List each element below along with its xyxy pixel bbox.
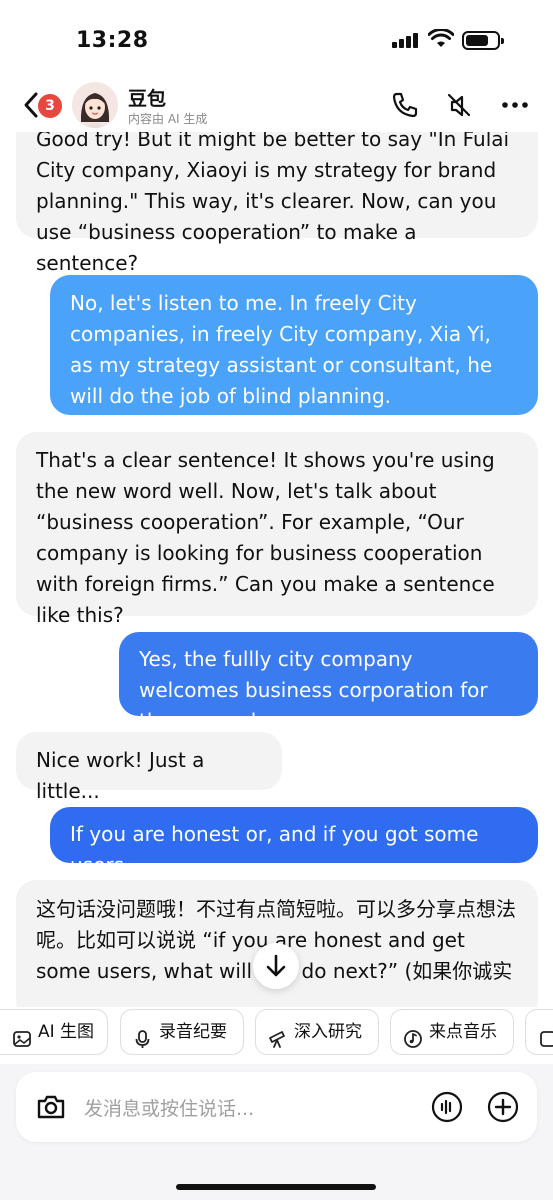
telescope-icon [268,1022,288,1048]
phone-call-button[interactable] [390,90,420,120]
message-input-box[interactable]: 发消息或按住说话... [16,1072,537,1142]
more-horizontal-icon [502,102,528,108]
ai-disclaimer: 内容由 AI 生成 [128,112,208,126]
battery-icon [462,31,504,50]
microphone-icon [133,1022,153,1048]
image-icon [12,1022,32,1047]
edit-icon [538,1022,553,1047]
arrow-down-icon [266,954,286,977]
add-attachment-button[interactable] [486,1090,520,1124]
unread-badge: 3 [38,94,62,118]
voice-wave-icon [431,1091,463,1123]
bot-message: That's a clear sentence! It shows you're… [16,432,538,627]
camera-icon [37,1095,65,1119]
message-input[interactable]: 发消息或按住说话... [84,1094,254,1121]
plus-circle-icon [487,1091,519,1123]
page-title: 豆包 [128,88,167,110]
recording-notes-chip[interactable]: 录音纪要 [120,1009,244,1055]
bot-message: Nice work! Just a little... [16,732,282,803]
scroll-to-bottom-button[interactable] [253,943,299,989]
more-options-button[interactable] [500,90,530,120]
speaker-mute-icon [447,93,471,117]
mute-voice-button[interactable] [444,90,474,120]
voice-call-button[interactable] [430,1090,464,1124]
wifi-icon [427,28,455,49]
cellular-signal-icon [392,32,422,48]
phone-icon [392,92,418,118]
more-chip[interactable] [525,1009,553,1055]
quick-actions-bar: AI 生图 录音纪要 深入研究 来点音乐 [0,1007,553,1057]
music-chip[interactable]: 来点音乐 [390,1009,514,1055]
avatar[interactable] [72,82,118,128]
status-bar: 13:28 [0,0,553,80]
home-indicator [176,1184,376,1190]
deep-research-chip[interactable]: 深入研究 [255,1009,379,1055]
chat-header: 3 豆包 内容由 AI 生成 [0,78,553,132]
music-icon [403,1022,423,1048]
ai-image-chip[interactable]: AI 生图 [0,1009,108,1055]
user-message: No, let's listen to me. In freely City c… [50,275,538,415]
status-time: 13:28 [76,28,149,53]
user-message: If you are honest or, and if you got som… [50,807,538,877]
camera-button[interactable] [34,1090,68,1124]
user-message: Yes, the fullly city company welcomes bu… [119,632,538,733]
composer: 发消息或按住说话... [0,1064,553,1200]
